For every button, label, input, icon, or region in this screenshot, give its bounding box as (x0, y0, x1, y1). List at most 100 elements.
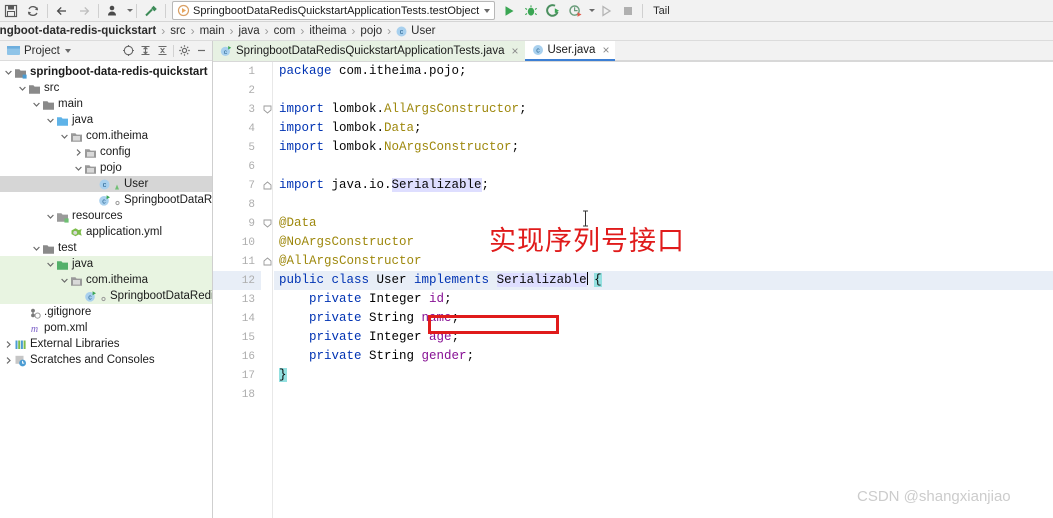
tree-node-main[interactable]: main (0, 96, 212, 112)
tail-button[interactable]: Tail (646, 5, 677, 17)
code-line[interactable]: public class User implements Serializabl… (274, 271, 1053, 290)
project-panel-dropdown-caret[interactable] (64, 48, 71, 53)
fold-end-icon[interactable] (262, 176, 272, 195)
expand-all-icon[interactable] (137, 42, 154, 59)
tree-node-java[interactable]: java (0, 112, 212, 128)
build-hammer-icon[interactable] (140, 1, 162, 21)
run-button[interactable] (498, 1, 520, 21)
line-number[interactable]: 13 (213, 290, 261, 309)
tree-node-test[interactable]: test (0, 240, 212, 256)
code-viewport[interactable]: 1 2 3 4 5 6 7 8 9 10 11 12 13 14 15 16 17 18 package com.… (213, 62, 1053, 518)
fold-start-icon[interactable] (262, 214, 272, 233)
close-icon[interactable]: × (602, 44, 609, 56)
update-project-icon[interactable] (102, 1, 124, 21)
profiler-button[interactable] (564, 1, 586, 21)
code-line[interactable]: private String gender; (274, 347, 1053, 366)
breadcrumb-item-user[interactable]: c User (396, 25, 435, 37)
line-number[interactable]: 6 (213, 157, 261, 176)
code-line[interactable]: import java.io.Serializable; (274, 176, 1053, 195)
code-line[interactable]: } (274, 366, 1053, 385)
chevron-down-icon[interactable] (73, 160, 84, 176)
line-number[interactable]: 18 (213, 385, 261, 404)
run-config-dropdown-caret[interactable] (484, 8, 491, 13)
select-opened-file-icon[interactable] (120, 42, 137, 59)
tree-node-src[interactable]: src (0, 80, 212, 96)
code-line[interactable]: package com.itheima.pojo; (274, 62, 1053, 81)
line-number[interactable]: 10 (213, 233, 261, 252)
navigate-back-icon[interactable] (51, 1, 73, 21)
tree-node-com-itheima[interactable]: com.itheima (0, 272, 212, 288)
project-tree[interactable]: springboot-data-redis-quickstartE:\id src… (0, 61, 212, 368)
tree-node-application-yml[interactable]: application.yml (0, 224, 212, 240)
debug-button[interactable] (520, 1, 542, 21)
breadcrumb-item-java[interactable]: java (239, 25, 260, 37)
line-number[interactable]: 14 (213, 309, 261, 328)
code-line[interactable]: import lombok.NoArgsConstructor; (274, 138, 1053, 157)
chevron-down-icon[interactable] (45, 208, 56, 224)
chevron-right-icon[interactable] (73, 144, 84, 160)
line-number[interactable]: 5 (213, 138, 261, 157)
tree-node-gitignore[interactable]: .gitignore (0, 304, 212, 320)
breadcrumb-item-com[interactable]: com (274, 25, 296, 37)
tree-node-config[interactable]: config (0, 144, 212, 160)
editor-tab-bar[interactable]: c SpringbootDataRedisQuickstartApplicatio… (213, 41, 1053, 62)
tree-node-user[interactable]: c User (0, 176, 212, 192)
tree-node-resources[interactable]: resources (0, 208, 212, 224)
chevron-down-icon[interactable] (45, 256, 56, 272)
chevron-down-icon[interactable] (17, 80, 28, 96)
line-number[interactable]: 16 (213, 347, 261, 366)
tree-node-pojo[interactable]: pojo (0, 160, 212, 176)
breadcrumb-item-pojo[interactable]: pojo (360, 25, 382, 37)
run-with-coverage-button[interactable] (542, 1, 564, 21)
line-number[interactable]: 4 (213, 119, 261, 138)
tree-node-springboot-data-redis-quickstart[interactable]: springboot-data-redis-quickstartE:\id (0, 64, 212, 80)
editor-tab-user[interactable]: c User.java × (524, 41, 616, 61)
tree-node-springbootdataredis[interactable]: c SpringbootDataRedis (0, 288, 212, 304)
sync-refresh-icon[interactable] (22, 1, 44, 21)
tree-node-java[interactable]: java (0, 256, 212, 272)
code-line[interactable]: private String name; (274, 309, 1053, 328)
code-line[interactable]: private Integer age; (274, 328, 1053, 347)
breadcrumb-item-project[interactable]: ringboot-data-redis-quickstart (0, 25, 156, 37)
chevron-down-icon[interactable] (31, 96, 42, 112)
line-number[interactable]: 11 (213, 252, 261, 271)
code-line[interactable]: import lombok.AllArgsConstructor; (274, 100, 1053, 119)
code-line[interactable]: private Integer id; (274, 290, 1053, 309)
chevron-down-icon[interactable] (45, 112, 56, 128)
breadcrumb-item-src[interactable]: src (170, 25, 185, 37)
hide-panel-icon[interactable] (193, 42, 210, 59)
line-number[interactable]: 7 (213, 176, 261, 195)
update-project-dropdown-caret[interactable] (127, 9, 133, 12)
chevron-down-icon[interactable] (59, 128, 70, 144)
line-number[interactable]: 17 (213, 366, 261, 385)
line-number[interactable]: 9 (213, 214, 261, 233)
tree-node-com-itheima[interactable]: com.itheima (0, 128, 212, 144)
save-all-icon[interactable] (0, 1, 22, 21)
close-icon[interactable]: × (511, 45, 518, 57)
line-number[interactable]: 2 (213, 81, 261, 100)
breadcrumb-item-itheima[interactable]: itheima (309, 25, 346, 37)
chevron-down-icon[interactable] (59, 272, 70, 288)
settings-gear-icon[interactable] (176, 42, 193, 59)
line-number[interactable]: 15 (213, 328, 261, 347)
code-line[interactable] (274, 385, 1053, 404)
chevron-right-icon[interactable] (3, 352, 14, 368)
editor-tab-springbootdataredisquickstartapplicationtests[interactable]: c SpringbootDataRedisQuickstartApplicatio… (213, 41, 525, 61)
chevron-down-icon[interactable] (31, 240, 42, 256)
tree-node-springbootdataredis[interactable]: c SpringbootDataRedis (0, 192, 212, 208)
code-line[interactable]: import lombok.Data; (274, 119, 1053, 138)
line-number[interactable]: 8 (213, 195, 261, 214)
tree-node-pom-xml[interactable]: m pom.xml (0, 320, 212, 336)
fold-end-icon[interactable] (262, 252, 272, 271)
line-number[interactable]: 12 (213, 271, 261, 290)
code-line[interactable] (274, 195, 1053, 214)
chevron-right-icon[interactable] (3, 336, 14, 352)
collapse-all-icon[interactable] (154, 42, 171, 59)
code-line[interactable] (274, 81, 1053, 100)
fold-start-icon[interactable] (262, 100, 272, 119)
line-number[interactable]: 1 (213, 62, 261, 81)
tree-node-external-libraries[interactable]: External Libraries (0, 336, 212, 352)
code-text[interactable]: package com.itheima.pojo; import lombok.A… (274, 62, 1053, 518)
code-fold-column[interactable] (261, 62, 273, 518)
run-configuration-selector[interactable]: SpringbootDataRedisQuickstartApplication… (172, 1, 496, 20)
